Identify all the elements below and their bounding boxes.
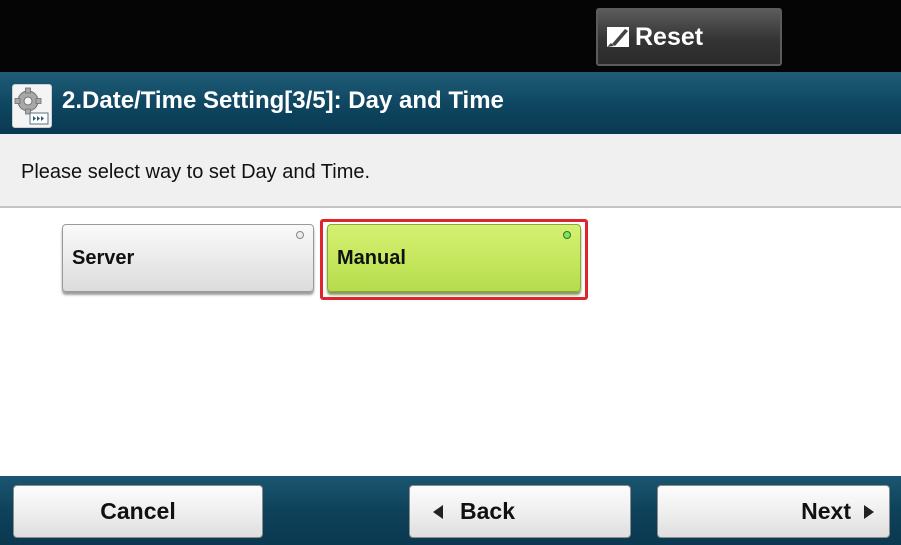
bottom-bar: Cancel Back Next bbox=[0, 476, 901, 545]
prompt-bar: Please select way to set Day and Time. bbox=[0, 134, 901, 208]
reset-icon bbox=[606, 25, 635, 49]
server-option-button[interactable]: Server bbox=[62, 224, 314, 292]
back-label: Back bbox=[460, 498, 515, 524]
left-arrow-icon bbox=[430, 503, 446, 521]
right-arrow-icon bbox=[861, 503, 877, 521]
next-button[interactable]: Next bbox=[657, 485, 890, 538]
next-label: Next bbox=[801, 498, 851, 524]
page-title: 2.Date/Time Setting[3/5]: Day and Time bbox=[62, 87, 504, 114]
top-bar: Reset bbox=[0, 0, 901, 72]
title-bar: 2.Date/Time Setting[3/5]: Day and Time bbox=[0, 72, 901, 134]
options-area: Server Manual bbox=[0, 208, 901, 476]
server-option-label: Server bbox=[72, 246, 135, 269]
reset-label: Reset bbox=[635, 22, 704, 51]
unselected-indicator-icon bbox=[296, 231, 304, 239]
prompt-text: Please select way to set Day and Time. bbox=[21, 161, 371, 183]
back-button[interactable]: Back bbox=[409, 485, 631, 538]
cancel-label: Cancel bbox=[100, 498, 176, 524]
cancel-button[interactable]: Cancel bbox=[13, 485, 263, 538]
settings-gear-icon bbox=[12, 84, 52, 128]
manual-option-label: Manual bbox=[337, 246, 406, 269]
reset-button[interactable]: Reset bbox=[596, 8, 782, 66]
manual-option-button[interactable]: Manual bbox=[327, 224, 581, 292]
selected-indicator-icon bbox=[563, 231, 571, 239]
